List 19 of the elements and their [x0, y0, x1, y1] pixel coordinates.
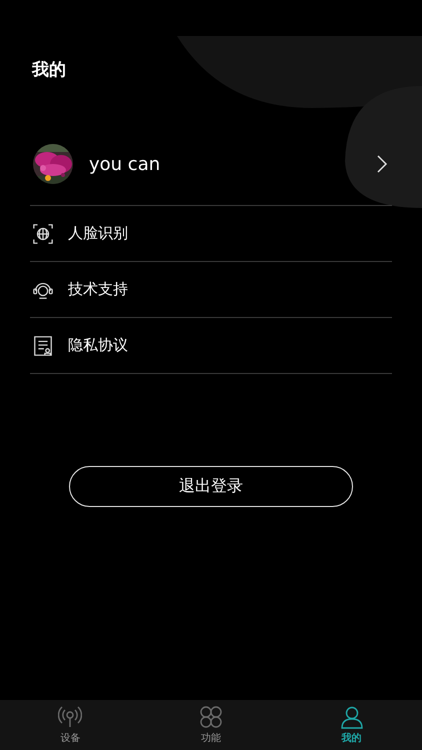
four-petal-icon	[199, 705, 223, 729]
face-scan-icon	[32, 222, 54, 244]
chevron-right-icon	[376, 154, 388, 174]
signal-icon	[58, 705, 82, 729]
menu-label: 隐私协议	[68, 336, 128, 355]
tab[interactable]: 设备	[0, 700, 141, 750]
document-icon	[32, 334, 54, 356]
menu-label: 人脸识别	[68, 224, 128, 243]
logout-button[interactable]: 退出登录	[69, 466, 353, 507]
menu-item[interactable]: 人脸识别	[30, 206, 392, 262]
menu-label: 技术支持	[68, 280, 128, 299]
menu-item[interactable]: 技术支持	[30, 262, 392, 318]
tab[interactable]: 我的	[281, 700, 422, 750]
menu-item[interactable]: 隐私协议	[30, 318, 392, 374]
tab[interactable]: 功能	[140, 700, 282, 750]
profile-row[interactable]: you can	[30, 123, 392, 206]
person-icon	[340, 705, 364, 729]
page-title: 我的	[32, 59, 66, 81]
user-name: you can	[89, 154, 162, 174]
